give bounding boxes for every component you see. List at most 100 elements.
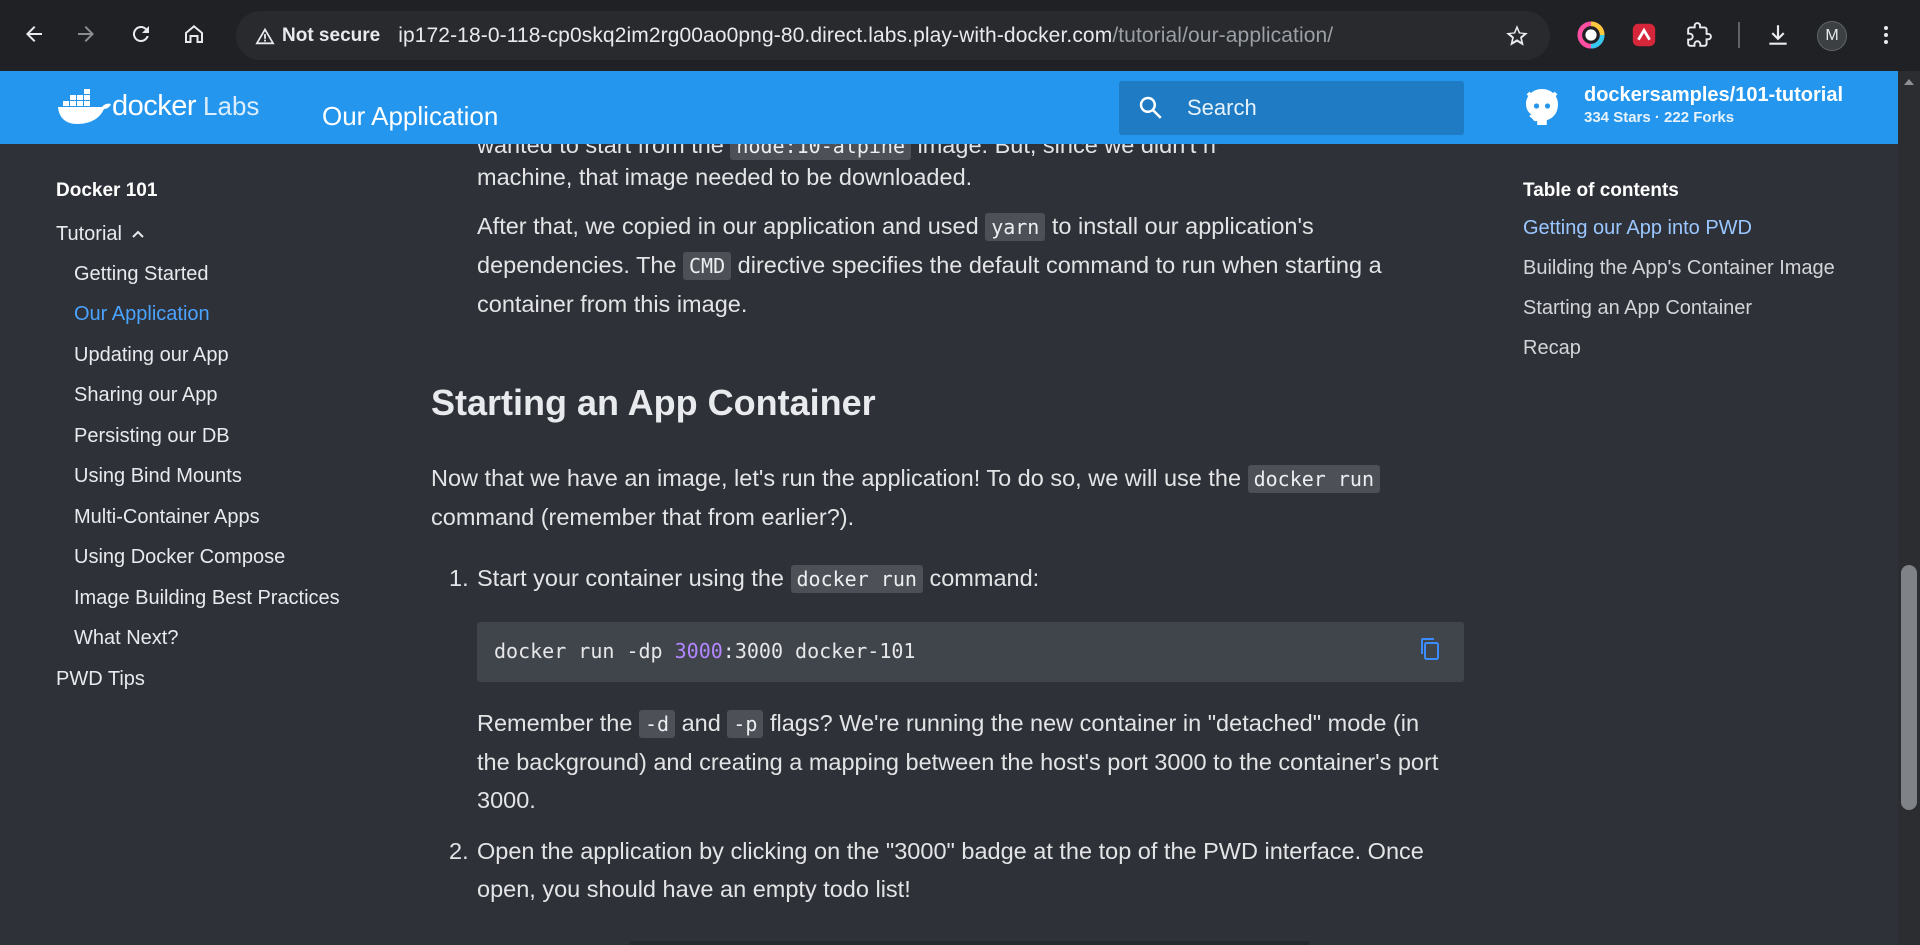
code-segment: :3000 docker-101 [722, 639, 916, 663]
search-input[interactable] [1187, 95, 1447, 121]
text: flags? We're running the new container i… [763, 710, 1420, 736]
partial-text: wanted to start from the [477, 144, 731, 158]
text: the background) and creating a mapping b… [477, 749, 1439, 775]
inline-code-docker-run: docker run [1247, 465, 1380, 493]
extensions-puzzle-icon[interactable] [1684, 20, 1714, 50]
table-of-contents: Table of contents Getting our App into P… [1523, 180, 1843, 375]
forward-button[interactable] [68, 16, 104, 52]
toc-item-starting-app-container[interactable]: Starting an App Container [1523, 295, 1843, 322]
security-label: Not secure [282, 24, 381, 46]
repo-name: dockersamples/101-tutorial [1584, 84, 1843, 106]
paragraph: After that, we copied in our application… [477, 207, 1477, 323]
site-info-chip[interactable]: Not secure [250, 19, 390, 53]
profile-initial: M [1825, 27, 1839, 44]
github-icon [1526, 89, 1558, 125]
inline-code-d: -d [638, 710, 676, 738]
section-heading: Starting an App Container [431, 382, 876, 423]
nav-title: Docker 101 [56, 180, 158, 201]
text: to install our application's [1045, 213, 1314, 239]
paragraph: machine, that image needed to be downloa… [477, 164, 973, 190]
sidebar-item-multi-container-apps[interactable]: Multi-Container Apps [56, 497, 376, 538]
sidebar-item-our-application[interactable]: Our Application [56, 295, 376, 336]
text: and [675, 710, 728, 736]
browser-toolbar: Not secure ip172-18-0-118-cp0skq2im2rg00… [0, 0, 1920, 71]
toc-item-building-container-image[interactable]: Building the App's Container Image [1523, 255, 1843, 282]
more-menu-icon[interactable] [1871, 20, 1901, 50]
bookmark-star-icon[interactable] [1504, 23, 1530, 49]
text: directive specifies the default command … [731, 252, 1382, 278]
sidebar-item-sharing-our-app[interactable]: Sharing our App [56, 376, 376, 417]
copy-icon[interactable] [1418, 636, 1442, 662]
sidebar-item-persisting-our-db[interactable]: Persisting our DB [56, 416, 376, 457]
url-host: ip172-18-0-118-cp0skq2im2rg00ao0png-80.d… [398, 23, 1113, 47]
back-button[interactable] [16, 16, 52, 52]
home-button[interactable] [176, 16, 212, 52]
text: Start your container using the [477, 565, 791, 591]
back-arrow-icon [26, 26, 42, 42]
list-item: Open the application by clicking on the … [477, 832, 1487, 908]
code-block: docker run -dp 3000:3000 docker-101 [477, 622, 1464, 682]
sidebar-item-using-docker-compose[interactable]: Using Docker Compose [56, 538, 376, 579]
home-icon [185, 25, 203, 43]
toc-item-getting-our-app-into-pwd[interactable]: Getting our App into PWD [1523, 215, 1843, 242]
text: dependencies. The [477, 252, 684, 278]
inline-code-cmd: CMD [683, 252, 732, 280]
text: command (remember that from earlier?). [431, 504, 855, 530]
list-item-note: Remember the -d and -p flags? We're runn… [477, 704, 1487, 819]
list-number: 2. [449, 838, 469, 864]
text: 3000. [477, 787, 536, 813]
sidebar-item-pwd-tips[interactable]: PWD Tips [56, 659, 376, 700]
sidebar-item-image-building-best-practices[interactable]: Image Building Best Practices [56, 578, 376, 619]
profile-avatar[interactable]: M [1817, 21, 1847, 51]
sidebar-item-label: Tutorial [56, 222, 122, 245]
logo-word: docker [112, 89, 197, 122]
code-text: docker run -dp 3000:3000 docker-101 [494, 639, 915, 663]
sidebar-nav: Docker 101 Tutorial Getting Started Our … [56, 180, 376, 700]
reload-button[interactable] [123, 16, 159, 52]
scroll-up-arrow-icon[interactable] [1904, 79, 1914, 85]
docker-labs-logo[interactable]: docker Labs [56, 86, 259, 126]
site-header: docker Labs Our Application dockersample… [0, 71, 1898, 144]
sidebar-item-updating-our-app[interactable]: Updating our App [56, 335, 376, 376]
repo-info: dockersamples/101-tutorial 334 Stars · 2… [1584, 84, 1843, 126]
warning-icon [255, 27, 275, 44]
chevron-up-icon [132, 230, 144, 238]
toc-title: Table of contents [1523, 180, 1679, 201]
url-path: /tutorial/our-application/ [1112, 23, 1334, 47]
downloads-icon[interactable] [1763, 20, 1793, 50]
docker-whale-icon [58, 89, 111, 124]
intro-paragraph: Now that we have an image, let's run the… [431, 459, 1471, 536]
url-text: ip172-18-0-118-cp0skq2im2rg00ao0png-80.d… [398, 24, 1333, 48]
text: Now that we have an image, let's run the… [431, 465, 1248, 491]
inline-code-docker-run: docker run [790, 565, 923, 593]
page-scrollbar[interactable] [1898, 71, 1920, 945]
text: Remember the [477, 710, 639, 736]
scrollbar-thumb[interactable] [1901, 565, 1917, 810]
toc-item-recap[interactable]: Recap [1523, 335, 1843, 362]
code-number: 3000 [674, 639, 723, 663]
text: Open the application by clicking on the … [477, 838, 1424, 864]
text: After that, we copied in our application… [477, 213, 986, 239]
sidebar-item-tutorial[interactable]: Tutorial [56, 214, 376, 254]
color-extension-icon[interactable] [1576, 20, 1606, 50]
repo-facts: 334 Stars · 222 Forks [1584, 109, 1735, 126]
logo-suffix: Labs [203, 90, 260, 121]
partial-text: image. But, since we didn't have that on… [917, 144, 1218, 158]
forward-arrow-icon [78, 26, 94, 42]
sidebar-item-what-next[interactable]: What Next? [56, 619, 376, 660]
sidebar-item-getting-started[interactable]: Getting Started [56, 254, 376, 295]
inline-code-yarn: yarn [985, 213, 1046, 241]
reload-icon [132, 25, 149, 42]
page-title: Our Application [322, 101, 499, 131]
sidebar-item-using-bind-mounts[interactable]: Using Bind Mounts [56, 457, 376, 498]
red-extension-icon[interactable] [1629, 20, 1659, 50]
toolbar-divider [1738, 22, 1740, 48]
list-number: 1. [449, 565, 469, 591]
image-edge [630, 941, 1310, 945]
code-segment: docker run -dp [494, 639, 675, 663]
search-box[interactable] [1119, 81, 1464, 135]
text: command: [922, 565, 1040, 591]
repo-link[interactable]: dockersamples/101-tutorial 334 Stars · 2… [1522, 84, 1843, 126]
address-bar[interactable]: Not secure ip172-18-0-118-cp0skq2im2rg00… [236, 11, 1550, 60]
list-item: Start your container using the docker ru… [477, 559, 1039, 598]
